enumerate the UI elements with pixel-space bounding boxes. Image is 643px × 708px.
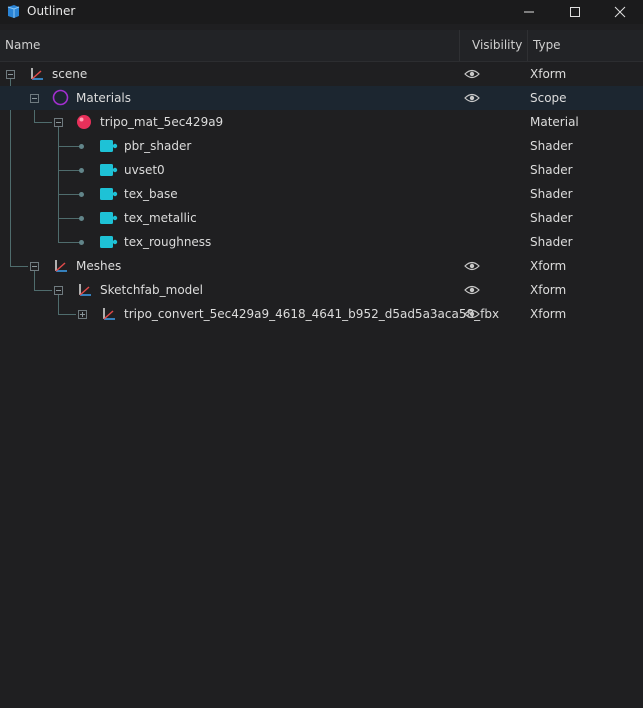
eye-icon[interactable] [464, 285, 480, 295]
row-label: tripo_convert_5ec429a9_4618_4641_b952_d5… [124, 307, 500, 321]
expand-toggle-icon[interactable] [78, 310, 87, 319]
window-title: Outliner [27, 4, 76, 18]
tree-row-shader[interactable]: pbr_shader Shader [0, 134, 643, 158]
row-label: Meshes [76, 259, 122, 273]
row-label: tex_roughness [124, 235, 212, 249]
maximize-icon [570, 7, 580, 17]
row-type: Shader [530, 139, 573, 153]
row-type: Xform [530, 307, 567, 321]
shader-icon [100, 164, 118, 176]
row-type: Material [530, 115, 579, 129]
xform-axes-icon [79, 284, 91, 296]
row-type: Shader [530, 235, 573, 249]
material-sphere-icon [77, 115, 91, 129]
shader-icon [100, 140, 118, 152]
title-bar: Outliner [0, 0, 643, 24]
xform-axes-icon [55, 260, 67, 272]
collapse-toggle-icon[interactable] [54, 286, 63, 295]
xform-axes-icon [31, 68, 43, 80]
column-visibility-header[interactable]: Visibility [459, 30, 527, 61]
tree-row-meshes[interactable]: Meshes Xform [0, 254, 643, 278]
close-icon [614, 6, 626, 18]
row-type: Xform [530, 283, 567, 297]
row-type: Xform [530, 259, 567, 273]
tree-row-shader[interactable]: uvset0 Shader [0, 158, 643, 182]
minimize-button[interactable] [506, 0, 552, 24]
shader-icon [100, 188, 118, 200]
eye-icon[interactable] [464, 261, 480, 271]
row-label: Sketchfab_model [100, 283, 203, 297]
eye-icon[interactable] [464, 69, 480, 79]
collapse-toggle-icon[interactable] [6, 70, 15, 79]
column-name-header[interactable]: Name [5, 30, 40, 61]
tree-row-material[interactable]: tripo_mat_5ec429a9 Material [0, 110, 643, 134]
tree-row-shader[interactable]: tex_metallic Shader [0, 206, 643, 230]
tree-row-materials[interactable]: Materials Scope [0, 86, 643, 110]
xform-axes-icon [103, 308, 115, 320]
tree-row-scene[interactable]: scene Xform [0, 62, 643, 86]
row-label: uvset0 [124, 163, 165, 177]
row-type: Shader [530, 163, 573, 177]
collapse-toggle-icon[interactable] [54, 118, 63, 127]
close-button[interactable] [597, 0, 643, 24]
minimize-icon [524, 11, 534, 13]
eye-icon[interactable] [464, 93, 480, 103]
tree-row-tripo-convert[interactable]: tripo_convert_5ec429a9_4618_4641_b952_d5… [0, 302, 643, 326]
row-label: tex_base [124, 187, 178, 201]
row-label: Materials [76, 91, 132, 105]
collapse-toggle-icon[interactable] [30, 94, 39, 103]
shader-icon [100, 236, 118, 248]
column-type-header[interactable]: Type [527, 30, 643, 61]
tree-row-sketchfab-model[interactable]: Sketchfab_model Xform [0, 278, 643, 302]
row-label: tripo_mat_5ec429a9 [100, 115, 224, 129]
row-type: Shader [530, 187, 573, 201]
maximize-button[interactable] [552, 0, 598, 24]
row-type: Shader [530, 211, 573, 225]
scope-circle-icon [52, 89, 69, 106]
eye-icon[interactable] [464, 309, 480, 319]
collapse-toggle-icon[interactable] [30, 262, 39, 271]
row-label: scene [52, 67, 88, 81]
column-header: Name Visibility Type [0, 30, 643, 62]
row-type: Xform [530, 67, 567, 81]
row-label: pbr_shader [124, 139, 192, 153]
outliner-app-icon [7, 5, 20, 18]
row-type: Scope [530, 91, 567, 105]
shader-icon [100, 212, 118, 224]
row-label: tex_metallic [124, 211, 197, 225]
tree-row-shader[interactable]: tex_base Shader [0, 182, 643, 206]
tree-row-shader[interactable]: tex_roughness Shader [0, 230, 643, 254]
